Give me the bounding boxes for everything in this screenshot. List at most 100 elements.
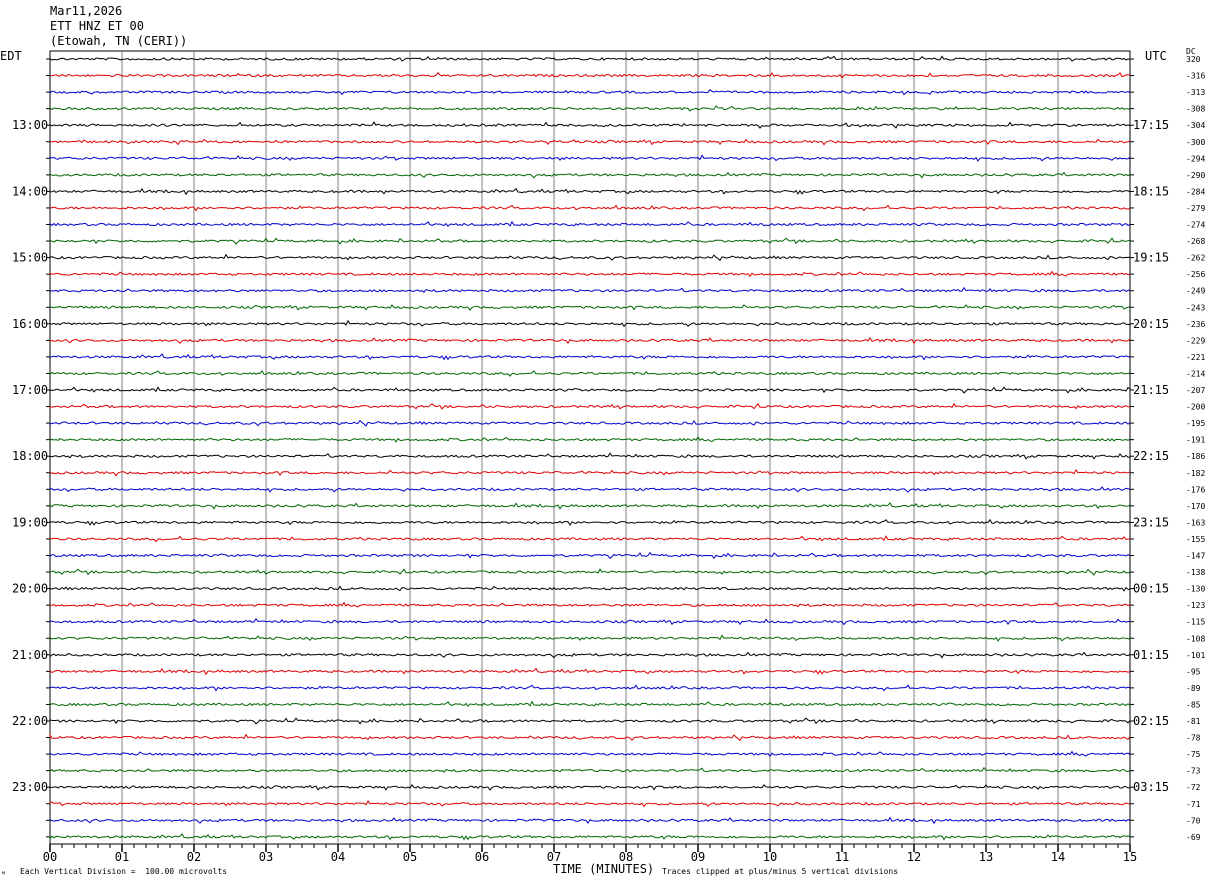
left-hour-label: 18:00 [12,449,48,463]
dc-offset-label: -89 [1186,684,1201,693]
x-axis-label: TIME (MINUTES) [553,862,655,876]
trace-line [49,732,1131,742]
dc-offset-label: -73 [1186,767,1201,776]
x-tick-label: 09 [691,850,705,864]
trace-line [49,468,1131,477]
time-axis: 00 01 02 03 04 05 06 07 08 09 10 11 12 13 14 15 [43,844,1137,864]
dc-offset-label: -249 [1186,287,1205,296]
left-hour-label: 20:00 [12,582,48,596]
clip-note: Traces clipped at plus/minus 5 vertical … [662,867,899,876]
dc-offset-label: -221 [1186,353,1205,362]
trace-line [49,601,1131,608]
right-hour-label: 21:15 [1133,383,1169,397]
dc-offset-label: -262 [1186,254,1205,263]
trace-line [49,88,1131,96]
trace-line [49,336,1131,345]
trace-line [49,370,1131,377]
x-tick-label: 10 [763,850,777,864]
trace-line [49,617,1131,626]
trace-line [49,816,1131,825]
grid-lines [49,50,1131,845]
dc-offset-label: -279 [1186,204,1205,213]
dc-offset-label: -290 [1186,171,1205,180]
dc-offset-label: -85 [1186,700,1201,709]
trace-line [49,766,1131,773]
x-tick-label: 15 [1123,850,1137,864]
trace-line [49,750,1131,758]
right-hour-label: 18:15 [1133,184,1169,198]
left-hour-label: 21:00 [12,648,48,662]
left-hour-label: 23:00 [12,780,48,794]
x-tick-label: 14 [1051,850,1065,864]
trace-line [49,585,1131,592]
left-hour-label: 19:00 [12,515,48,529]
plot-frame [49,50,1131,845]
dc-offset-label: -81 [1186,717,1201,726]
dc-offset-label: -78 [1186,734,1201,743]
trace-line [49,436,1131,443]
dc-offset-label: -69 [1186,833,1201,842]
trace-line [49,419,1131,427]
seismic-traces [49,55,1131,841]
trace-line [49,105,1131,112]
trace-line [49,634,1131,642]
trace-line [49,452,1131,460]
dc-offset-label: -313 [1186,88,1205,97]
trace-line [49,784,1131,791]
left-hour-label: 13:00 [12,118,48,132]
trace-line [49,684,1131,692]
x-tick-label: 04 [331,850,345,864]
dc-offset-label: -207 [1186,386,1205,395]
trace-line [49,138,1131,146]
dc-offset-label: -268 [1186,237,1205,246]
dc-offset-label: -182 [1186,469,1205,478]
trace-line [49,518,1131,526]
dc-offset-label: -75 [1186,750,1201,759]
dc-offset-label: -236 [1186,320,1205,329]
trace-line [49,502,1131,510]
trace-line [49,237,1131,245]
dc-offset-label: -155 [1186,535,1205,544]
dc-offset-label: -163 [1186,518,1205,527]
dc-offset-label: -200 [1186,403,1205,412]
trace-line [49,386,1131,394]
trace-line [49,270,1131,278]
x-tick-label: 06 [475,850,489,864]
x-tick-label: 00 [43,850,57,864]
dc-offset-label: -176 [1186,485,1205,494]
dc-offset-label: -72 [1186,783,1201,792]
trace-line [49,535,1131,543]
dc-offset-label: -186 [1186,452,1205,461]
trace-line [49,171,1131,179]
trace-line [49,253,1131,262]
right-hour-label: 02:15 [1133,714,1169,728]
trace-line [49,304,1131,311]
x-tick-label: 13 [979,850,993,864]
dc-offset-label: -256 [1186,270,1205,279]
trace-line [49,55,1131,62]
dc-offset-label: -130 [1186,585,1205,594]
dc-offset-label: -95 [1186,667,1201,676]
dc-offset-label: -294 [1186,154,1205,163]
trace-line [49,717,1131,725]
right-hour-label: 23:15 [1133,515,1169,529]
right-hour-label: 20:15 [1133,317,1169,331]
left-hour-label: 14:00 [12,184,48,198]
x-tick-label: 12 [907,850,921,864]
trace-line [49,286,1131,294]
dc-offset-label: -147 [1186,552,1205,561]
dc-offset-label: -316 [1186,72,1205,81]
right-hour-label: 22:15 [1133,449,1169,463]
dc-offset-label: -108 [1186,634,1205,643]
dc-offset-label: -191 [1186,436,1205,445]
trace-line [49,121,1131,129]
trace-line [49,833,1131,841]
dc-offset-label: -101 [1186,651,1205,660]
x-tick-label: 05 [403,850,417,864]
chart-labels: 320 -316 -313 -308 -304 -300 -294 -290 -284 -279 -… [12,55,1205,842]
logo-mark: ᴹ [1,870,6,879]
dc-offset-label: -195 [1186,419,1205,428]
trace-line [49,651,1131,659]
dc-offset-label: -304 [1186,121,1205,130]
x-tick-label: 03 [259,850,273,864]
